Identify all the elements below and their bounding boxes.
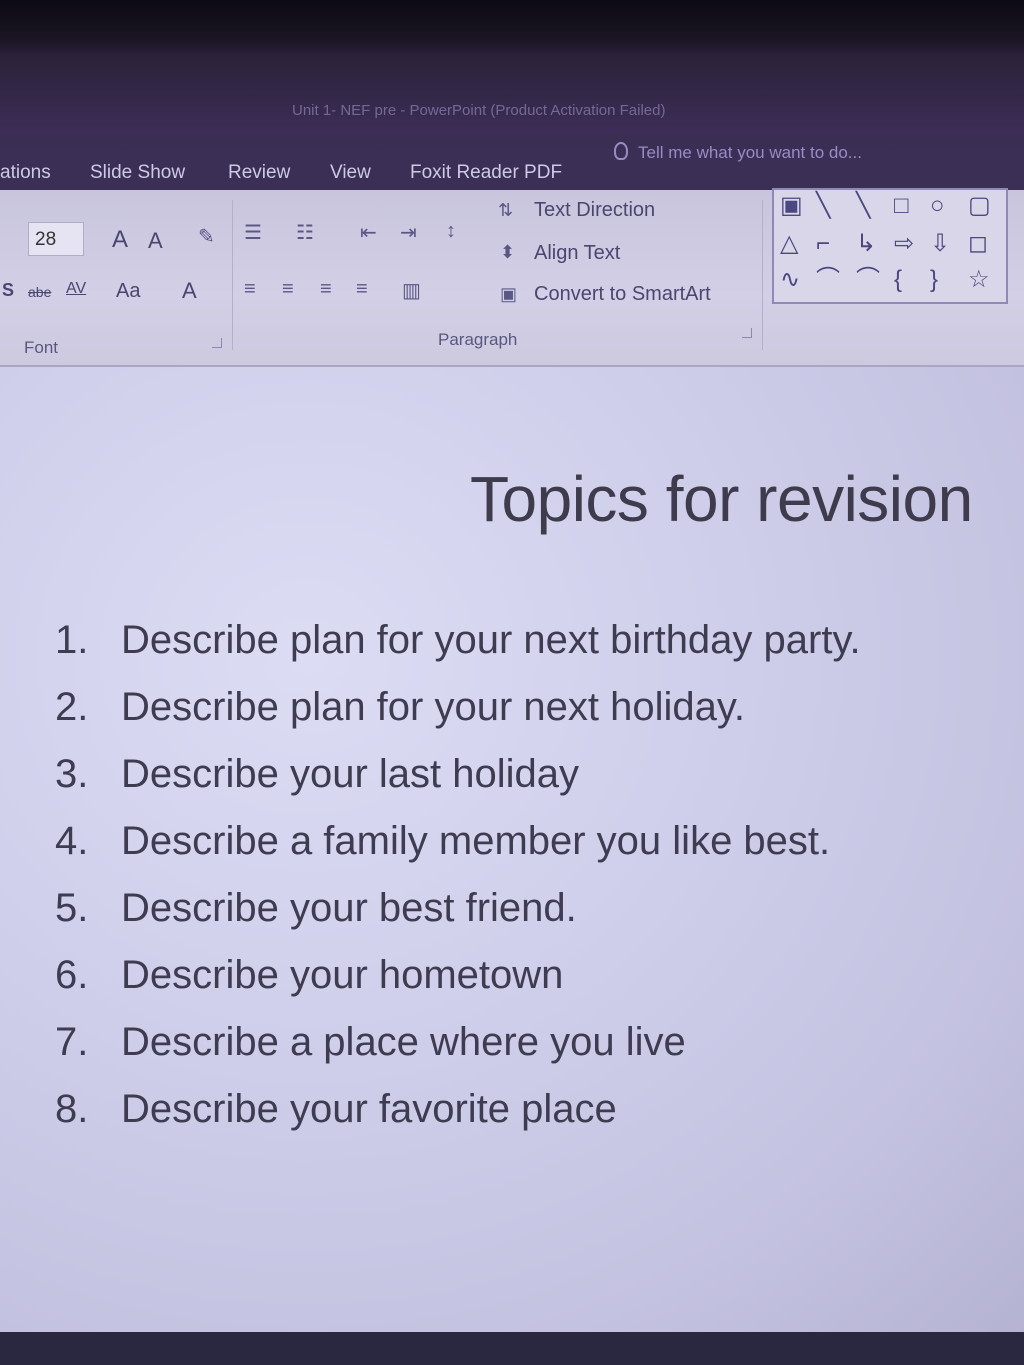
item-text: Describe plan for your next birthday par…: [121, 618, 861, 662]
item-number: 4.: [55, 819, 89, 863]
item-text: Describe your best friend.: [121, 886, 577, 930]
paragraph-dialog-launcher-icon[interactable]: [742, 328, 752, 338]
tell-me-text: Tell me what you want to do...: [638, 143, 862, 162]
item-text: Describe your last holiday: [121, 752, 579, 796]
font-group-label: Font: [24, 338, 59, 357]
item-number: 7.: [55, 1020, 89, 1064]
align-right-icon[interactable]: ≡: [320, 278, 332, 301]
triangle-shape-icon[interactable]: △: [780, 232, 798, 256]
grow-font-button[interactable]: A: [112, 226, 128, 254]
font-color-button[interactable]: A: [182, 278, 197, 304]
line-shape-icon[interactable]: ╲: [816, 194, 830, 218]
lightbulb-icon: [614, 142, 628, 160]
title-bar: [0, 55, 1024, 135]
align-left-icon[interactable]: ≡: [244, 278, 256, 301]
item-text: Describe a place where you live: [121, 1020, 686, 1064]
item-number: 5.: [55, 886, 89, 930]
columns-icon[interactable]: ▥: [402, 278, 421, 303]
item-text: Describe plan for your next holiday.: [121, 685, 746, 729]
shrink-font-button[interactable]: A: [148, 228, 163, 254]
item-text: Describe your hometown: [121, 953, 564, 997]
item-text: Describe your favorite place: [121, 1087, 617, 1131]
align-text-icon: ⬍: [500, 242, 516, 262]
character-spacing-button[interactable]: AV: [66, 280, 86, 298]
freeform-shape-icon[interactable]: ∿: [780, 268, 800, 292]
item-number: 3.: [55, 752, 89, 796]
smartart-icon: ▣: [500, 284, 518, 304]
arrow-line-shape-icon[interactable]: ╲: [856, 194, 870, 218]
font-dialog-launcher-icon[interactable]: [212, 338, 222, 348]
clear-formatting-icon[interactable]: ✎: [198, 224, 215, 249]
decrease-indent-icon[interactable]: ⇤: [360, 220, 377, 245]
elbow-connector-shape-icon[interactable]: ⌐: [816, 232, 830, 256]
arc-shape-icon[interactable]: ⌒: [816, 268, 840, 292]
left-brace-shape-icon[interactable]: {: [894, 268, 902, 292]
numbering-icon[interactable]: ☷: [296, 220, 314, 245]
bottom-bezel: [0, 1332, 1024, 1365]
curve-shape-icon[interactable]: ⌒: [856, 268, 880, 292]
window-title: Unit 1- NEF pre - PowerPoint (Product Ac…: [292, 102, 666, 119]
tab-review[interactable]: Review: [228, 162, 290, 184]
down-arrow-shape-icon[interactable]: ⇩: [930, 232, 950, 256]
slide-title[interactable]: Topics for revision: [470, 462, 973, 536]
item-number: 2.: [55, 685, 89, 729]
item-number: 1.: [55, 618, 89, 662]
elbow-arrow-shape-icon[interactable]: ↳: [856, 232, 876, 256]
strikethrough-button[interactable]: abe: [28, 284, 51, 300]
align-center-icon[interactable]: ≡: [282, 278, 294, 301]
group-separator: [762, 200, 763, 350]
group-separator: [232, 200, 233, 350]
align-text-button[interactable]: Align Text: [534, 242, 620, 265]
right-arrow-shape-icon[interactable]: ⇨: [894, 232, 914, 256]
paragraph-group-label: Paragraph: [438, 330, 518, 349]
item-number: 8.: [55, 1087, 89, 1131]
item-number: 6.: [55, 953, 89, 997]
tab-animations[interactable]: ations: [0, 162, 51, 184]
bullets-icon[interactable]: ☰: [244, 220, 262, 245]
screen: Unit 1- NEF pre - PowerPoint (Product Ac…: [0, 0, 1024, 1365]
text-box-shape-icon[interactable]: ▣: [780, 194, 803, 218]
item-text: Describe a family member you like best.: [121, 819, 831, 863]
justify-icon[interactable]: ≡: [356, 278, 368, 301]
text-direction-button[interactable]: Text Direction: [534, 199, 655, 222]
tab-view[interactable]: View: [330, 162, 371, 184]
rectangle-shape-icon[interactable]: □: [894, 194, 909, 218]
right-brace-shape-icon[interactable]: }: [930, 268, 938, 292]
rounded-rectangle-shape-icon[interactable]: ▢: [968, 194, 991, 218]
snip-rectangle-shape-icon[interactable]: ◻: [968, 232, 988, 256]
star-shape-icon[interactable]: ☆: [968, 268, 990, 292]
text-direction-icon: ⇅: [498, 200, 514, 220]
tab-slide-show[interactable]: Slide Show: [90, 162, 185, 184]
tab-foxit-reader-pdf[interactable]: Foxit Reader PDF: [410, 162, 562, 184]
convert-smartart-button[interactable]: Convert to SmartArt: [534, 283, 711, 306]
oval-shape-icon[interactable]: ○: [930, 194, 945, 218]
tell-me-box[interactable]: Tell me what you want to do...: [614, 142, 862, 163]
font-size-box[interactable]: 28: [28, 222, 84, 256]
change-case-button[interactable]: Aa: [116, 280, 140, 303]
text-shadow-button[interactable]: S: [2, 280, 14, 301]
increase-indent-icon[interactable]: ⇥: [400, 220, 417, 245]
line-spacing-icon[interactable]: ↕: [446, 220, 456, 243]
